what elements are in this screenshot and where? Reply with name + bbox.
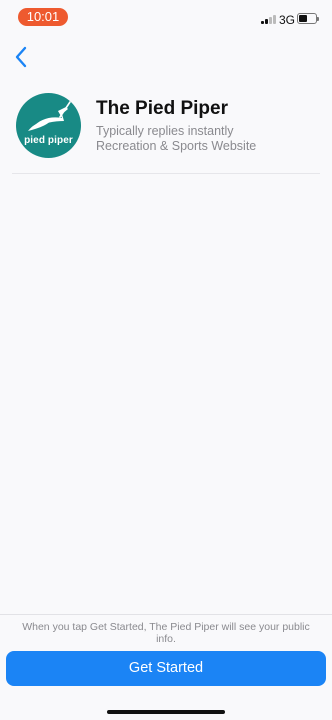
status-bar: 10:01 3G xyxy=(0,0,332,34)
privacy-notice: When you tap Get Started, The Pied Piper… xyxy=(22,621,310,645)
home-indicator[interactable] xyxy=(107,710,225,714)
status-time: 10:01 xyxy=(18,8,68,26)
battery-icon xyxy=(297,13,319,24)
reply-status: Typically replies instantly xyxy=(96,124,234,138)
page-avatar: pied piper xyxy=(16,93,81,158)
chevron-left-icon xyxy=(15,46,27,68)
back-button[interactable] xyxy=(12,44,32,70)
network-type: 3G xyxy=(279,13,296,27)
avatar-logo-text: pied piper xyxy=(24,135,73,146)
footer-divider xyxy=(0,614,332,615)
get-started-button[interactable]: Get Started xyxy=(6,651,326,686)
pied-piper-logo xyxy=(28,101,71,131)
signal-icon xyxy=(261,14,277,24)
page-title: The Pied Piper xyxy=(96,98,228,119)
page-category: Recreation & Sports Website xyxy=(96,139,257,153)
header-divider xyxy=(12,173,320,174)
messenger-get-started-screen: 10:01 3G pied piper The Pied Piper Typic… xyxy=(0,0,332,720)
